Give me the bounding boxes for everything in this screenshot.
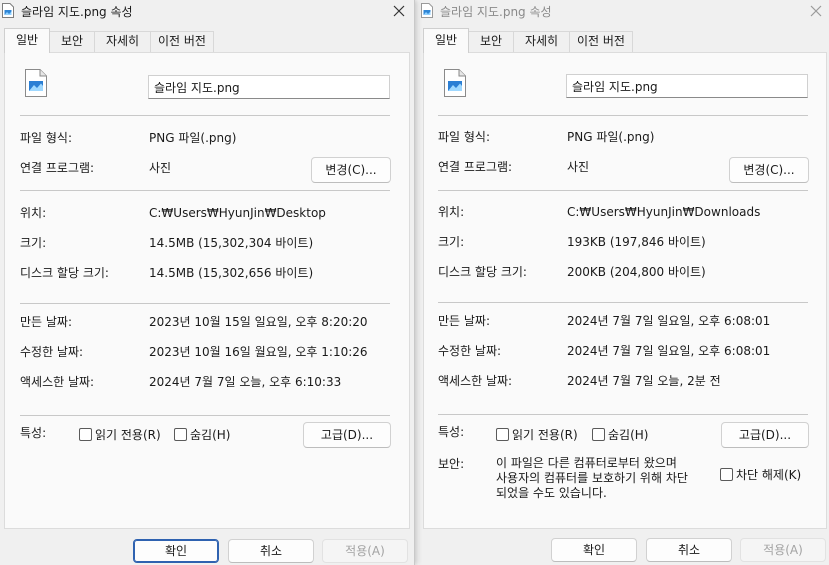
readonly-label: 읽기 전용(R) bbox=[512, 428, 578, 442]
location-value: C:₩Users₩HyunJin₩Downloads bbox=[567, 205, 761, 219]
attributes-label: 특성: bbox=[20, 426, 47, 440]
hidden-checkbox[interactable]: 숨김(H) bbox=[592, 426, 648, 443]
disk-size-label: 디스크 할당 크기: bbox=[438, 265, 527, 279]
properties-window-downloads: 슬라임 지도.png 속성 일반 보안 자세히 이전 버전 슬라임 지도.png… bbox=[419, 0, 829, 565]
window-title: 슬라임 지도.png 속성 bbox=[440, 5, 552, 19]
size-value: 14.5MB (15,302,304 바이트) bbox=[149, 236, 314, 250]
location-label: 위치: bbox=[20, 206, 47, 220]
ok-button[interactable]: 확인 bbox=[133, 539, 219, 563]
separator bbox=[20, 115, 390, 116]
tab-details[interactable]: 자세히 bbox=[513, 31, 570, 52]
separator bbox=[438, 414, 808, 415]
change-button[interactable]: 변경(C)... bbox=[311, 157, 391, 183]
separator bbox=[20, 190, 390, 191]
advanced-button[interactable]: 고급(D)... bbox=[303, 422, 391, 448]
created-label: 만든 날짜: bbox=[438, 314, 491, 328]
apply-button[interactable]: 적용(A) bbox=[740, 538, 826, 562]
change-button[interactable]: 변경(C)... bbox=[729, 157, 809, 183]
tab-security[interactable]: 보안 bbox=[468, 31, 514, 52]
opens-with-label: 연결 프로그램: bbox=[20, 161, 95, 175]
tab-general[interactable]: 일반 bbox=[423, 28, 469, 53]
modified-label: 수정한 날짜: bbox=[438, 344, 502, 358]
title-bar[interactable]: 슬라임 지도.png 속성 bbox=[0, 0, 414, 24]
modified-label: 수정한 날짜: bbox=[20, 345, 84, 359]
hidden-label: 숨김(H) bbox=[190, 428, 231, 442]
security-label: 보안: bbox=[438, 457, 465, 471]
readonly-label: 읽기 전용(R) bbox=[95, 428, 161, 442]
accessed-label: 액세스한 날짜: bbox=[438, 374, 513, 388]
modified-value: 2023년 10월 16일 월요일, 오후 1:10:26 bbox=[149, 345, 368, 359]
attributes-label: 특성: bbox=[438, 425, 465, 439]
separator bbox=[20, 415, 390, 416]
readonly-checkbox[interactable]: 읽기 전용(R) bbox=[79, 426, 161, 443]
unblock-label: 차단 해제(K) bbox=[736, 468, 802, 482]
unblock-checkbox[interactable]: 차단 해제(K) bbox=[720, 466, 801, 483]
general-panel: 슬라임 지도.png 파일 형식: PNG 파일(.png) 연결 프로그램: … bbox=[4, 52, 410, 529]
hidden-label: 숨김(H) bbox=[608, 428, 649, 442]
window-title: 슬라임 지도.png 속성 bbox=[21, 5, 133, 19]
separator bbox=[20, 303, 390, 304]
tab-previous-versions[interactable]: 이전 버전 bbox=[569, 31, 633, 52]
checkbox-box[interactable] bbox=[174, 428, 187, 441]
cancel-button[interactable]: 취소 bbox=[228, 539, 314, 563]
tab-security[interactable]: 보안 bbox=[49, 31, 95, 52]
created-label: 만든 날짜: bbox=[20, 315, 73, 329]
file-type-label: 파일 형식: bbox=[20, 131, 73, 145]
general-panel: 슬라임 지도.png 파일 형식: PNG 파일(.png) 연결 프로그램: … bbox=[423, 52, 827, 529]
disk-size-label: 디스크 할당 크기: bbox=[20, 266, 109, 280]
close-button[interactable] bbox=[803, 0, 829, 22]
separator bbox=[438, 302, 808, 303]
size-value: 193KB (197,846 바이트) bbox=[567, 235, 706, 249]
accessed-label: 액세스한 날짜: bbox=[20, 375, 95, 389]
opens-with-label: 연결 프로그램: bbox=[438, 160, 513, 174]
size-label: 크기: bbox=[20, 236, 47, 250]
hidden-checkbox[interactable]: 숨김(H) bbox=[174, 426, 230, 443]
checkbox-box[interactable] bbox=[496, 428, 509, 441]
accessed-value: 2024년 7월 7일 오늘, 2분 전 bbox=[567, 374, 721, 388]
disk-size-value: 14.5MB (15,302,656 바이트) bbox=[149, 266, 314, 280]
accessed-value: 2024년 7월 7일 오늘, 오후 6:10:33 bbox=[149, 375, 342, 389]
file-type-label: 파일 형식: bbox=[438, 130, 491, 144]
file-type-value: PNG 파일(.png) bbox=[567, 130, 655, 144]
checkbox-box[interactable] bbox=[592, 428, 605, 441]
ok-button[interactable]: 확인 bbox=[551, 538, 637, 562]
image-file-icon bbox=[25, 69, 47, 97]
created-value: 2023년 10월 15일 일요일, 오후 8:20:20 bbox=[149, 315, 368, 329]
security-warning-text: 이 파일은 다른 컴퓨터로부터 왔으며 사용자의 컴퓨터를 보호하기 위해 차단… bbox=[496, 456, 688, 500]
location-label: 위치: bbox=[438, 205, 465, 219]
file-name-input[interactable]: 슬라임 지도.png bbox=[566, 74, 808, 98]
separator bbox=[438, 190, 808, 191]
title-bar[interactable]: 슬라임 지도.png 속성 bbox=[419, 0, 829, 24]
size-label: 크기: bbox=[438, 235, 465, 249]
close-icon bbox=[810, 5, 822, 17]
created-value: 2024년 7월 7일 일요일, 오후 6:08:01 bbox=[567, 314, 771, 328]
cancel-button[interactable]: 취소 bbox=[646, 538, 732, 562]
file-name-input[interactable]: 슬라임 지도.png bbox=[148, 75, 390, 99]
advanced-button[interactable]: 고급(D)... bbox=[721, 422, 809, 448]
tab-general[interactable]: 일반 bbox=[4, 28, 50, 53]
location-value: C:₩Users₩HyunJin₩Desktop bbox=[149, 206, 326, 220]
close-button[interactable] bbox=[386, 0, 412, 22]
disk-size-value: 200KB (204,800 바이트) bbox=[567, 265, 706, 279]
checkbox-box[interactable] bbox=[79, 428, 92, 441]
separator bbox=[438, 115, 808, 116]
image-file-icon bbox=[444, 69, 466, 97]
readonly-checkbox[interactable]: 읽기 전용(R) bbox=[496, 426, 578, 443]
opens-with-value: 사진 bbox=[567, 160, 590, 174]
tab-previous-versions[interactable]: 이전 버전 bbox=[150, 31, 214, 52]
properties-window-desktop: 슬라임 지도.png 속성 일반 보안 자세히 이전 버전 슬라임 지도.png… bbox=[0, 0, 415, 565]
close-icon bbox=[393, 5, 405, 17]
image-file-icon bbox=[421, 3, 433, 18]
file-type-value: PNG 파일(.png) bbox=[149, 131, 237, 145]
tab-details[interactable]: 자세히 bbox=[94, 31, 151, 52]
modified-value: 2024년 7월 7일 일요일, 오후 6:08:01 bbox=[567, 344, 771, 358]
image-file-icon bbox=[2, 3, 14, 18]
opens-with-value: 사진 bbox=[149, 161, 172, 175]
apply-button[interactable]: 적용(A) bbox=[322, 539, 408, 563]
checkbox-box[interactable] bbox=[720, 468, 733, 481]
